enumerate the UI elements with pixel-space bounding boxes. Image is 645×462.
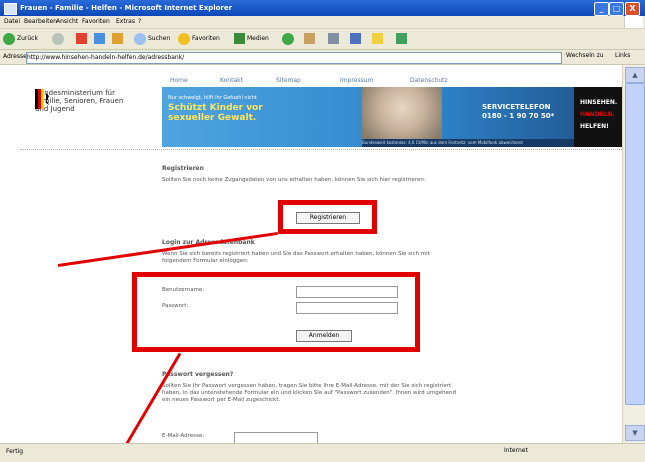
email-input[interactable] xyxy=(234,432,318,443)
refresh-button[interactable] xyxy=(94,32,107,46)
search-button[interactable]: Suchen xyxy=(134,32,170,46)
back-label: Zurück xyxy=(17,35,38,42)
favorites-label: Favoriten xyxy=(192,35,220,42)
address-bar: Adresse http://www.hinsehen-handeln-helf… xyxy=(0,50,645,65)
history-icon xyxy=(282,32,294,45)
back-arrow-icon xyxy=(3,32,15,45)
favorites-button[interactable]: Favoriten xyxy=(178,32,220,46)
annotation-box-register xyxy=(278,200,377,234)
banner-slogan: Schützt Kinder vor sexueller Gewalt. xyxy=(168,103,263,123)
stop-icon xyxy=(76,33,87,44)
nav-link-home[interactable]: Home xyxy=(170,77,188,84)
address-input[interactable]: http://www.hinsehen-handeln-helfen.de/ad… xyxy=(26,52,562,64)
search-label: Suchen xyxy=(148,35,171,42)
search-icon xyxy=(134,32,146,45)
research-button[interactable] xyxy=(396,32,409,46)
close-button[interactable]: X xyxy=(625,2,640,16)
banner-phone-title: SERVICETELEFON xyxy=(482,103,551,111)
nav-link-impressum[interactable]: Impressum xyxy=(340,77,373,84)
home-button[interactable] xyxy=(112,32,125,46)
star-icon xyxy=(178,32,190,45)
menu-bar: Datei Bearbeiten Ansicht Favoriten Extra… xyxy=(0,16,645,29)
login-text: Wenn Sie sich bereits registriert haben … xyxy=(162,251,430,264)
nav-link-datenschutz[interactable]: Datenschutz xyxy=(410,77,448,84)
address-label: Adresse xyxy=(3,53,27,60)
menu-item-extras[interactable]: Extras xyxy=(116,18,135,25)
go-button[interactable]: Wechseln zu xyxy=(566,52,604,59)
media-icon xyxy=(234,33,245,44)
forward-button[interactable] xyxy=(52,32,66,46)
windows-flag-icon xyxy=(624,16,643,28)
window-title: Frauen - Familie - Helfen - Microsoft In… xyxy=(20,4,233,12)
nav-link-kontakt[interactable]: Kontakt xyxy=(220,77,243,84)
links-button[interactable]: Links xyxy=(615,52,630,59)
menu-item-ansicht[interactable]: Ansicht xyxy=(56,18,78,25)
edit-icon xyxy=(350,33,361,44)
home-icon xyxy=(112,33,123,44)
ie-window-icon xyxy=(4,3,17,15)
banner-phone-number: 0180 - 1 90 70 50* xyxy=(482,112,555,120)
menu-item-favoriten[interactable]: Favoriten xyxy=(82,18,110,25)
scroll-up-button[interactable]: ▲ xyxy=(625,67,645,83)
maximize-button[interactable]: □ xyxy=(609,2,624,16)
ministry-logo: Bundesministerium für Familie, Senioren,… xyxy=(35,89,135,119)
refresh-icon xyxy=(94,33,105,44)
banner-side-hinsehen: HINSEHEN. xyxy=(580,99,618,106)
media-label: Medien xyxy=(247,35,269,42)
back-button[interactable]: Zurück xyxy=(3,32,38,46)
status-text: Fertig xyxy=(6,448,24,455)
banner-footnote: Bundesweit kostenlos: 4,6 Ct/Min aus dem… xyxy=(362,139,574,147)
menu-item-bearbeiten[interactable]: Bearbeiten xyxy=(24,18,57,25)
register-heading: Registrieren xyxy=(162,165,204,172)
print-icon xyxy=(328,33,339,44)
menu-item-datei[interactable]: Datei xyxy=(4,18,20,25)
scroll-down-button[interactable]: ▼ xyxy=(625,425,645,441)
forgot-password-text: Sollten Sie Ihr Passwort vergessen haben… xyxy=(162,383,456,403)
history-button[interactable] xyxy=(282,32,296,46)
stop-button[interactable] xyxy=(76,32,89,46)
banner-slogan-small: Nur schweigt, hilft ihr Gefuehl nicht xyxy=(168,95,257,101)
minimize-button[interactable]: _ xyxy=(594,2,609,16)
forward-arrow-icon xyxy=(52,32,64,45)
mail-icon xyxy=(304,33,315,44)
divider xyxy=(20,149,622,151)
banner-side-panel: HINSEHEN. HANDELN. HELFEN! xyxy=(574,87,622,147)
security-zone: Internet xyxy=(504,447,528,454)
window-title-bar: Frauen - Familie - Helfen - Microsoft In… xyxy=(0,0,645,16)
menu-item-help[interactable]: ? xyxy=(138,18,141,25)
campaign-banner[interactable]: Nur schweigt, hilft ihr Gefuehl nicht Sc… xyxy=(162,87,622,147)
status-bar: Fertig Internet xyxy=(0,443,645,462)
mail-button[interactable] xyxy=(304,32,317,46)
eagle-icon xyxy=(35,89,49,109)
scroll-thumb[interactable] xyxy=(625,83,645,405)
forgot-password-heading: Passwort vergessen? xyxy=(162,371,234,378)
edit-button[interactable] xyxy=(350,32,363,46)
nav-link-sitemap[interactable]: Sitemap xyxy=(276,77,301,84)
email-label: E-Mail-Adresse: xyxy=(162,433,205,439)
banner-portrait xyxy=(362,87,442,147)
annotation-box-login xyxy=(132,272,420,352)
page-content: Bundesministerium für Familie, Senioren,… xyxy=(0,65,622,443)
media-button[interactable]: Medien xyxy=(234,32,269,46)
print-button[interactable] xyxy=(328,32,341,46)
ministry-logo-text: Bundesministerium für Familie, Senioren,… xyxy=(35,89,124,113)
messenger-icon xyxy=(372,33,383,44)
vertical-scrollbar[interactable]: ▲ ▼ xyxy=(622,65,645,443)
banner-side-handeln: HANDELN. xyxy=(580,111,615,118)
register-text: Sollten Sie noch keine Zugangsdaten von … xyxy=(162,177,426,183)
research-icon xyxy=(396,33,407,44)
banner-side-helfen: HELFEN! xyxy=(580,123,609,130)
messenger-button[interactable] xyxy=(372,32,385,46)
toolbar: Zurück Suchen Favoriten Medien xyxy=(0,29,645,50)
